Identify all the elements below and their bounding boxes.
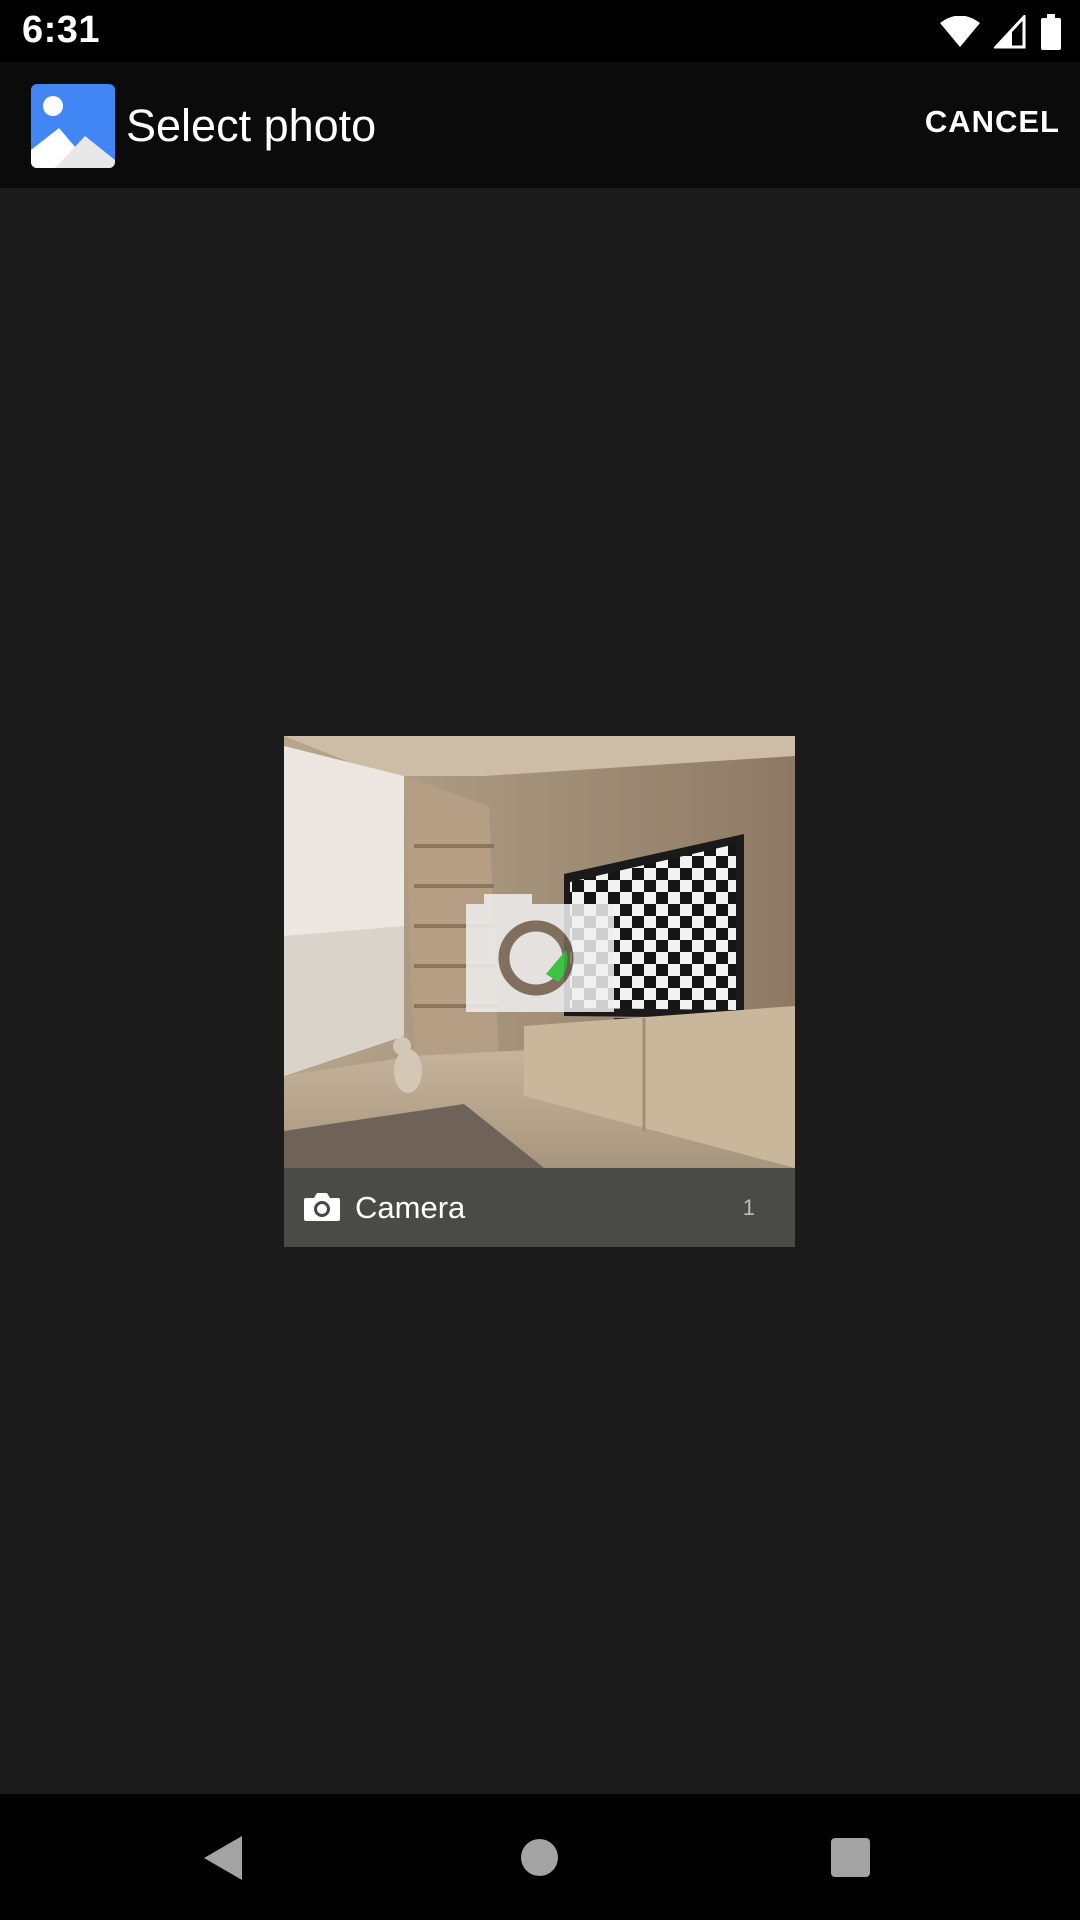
page-title: Select photo (126, 100, 377, 151)
camera-icon (304, 1193, 340, 1221)
wifi-icon (940, 16, 980, 47)
app-bar: Select photo CANCEL (0, 62, 1080, 188)
status-icons (940, 12, 1062, 52)
album-thumbnail (284, 736, 795, 1168)
album-name: Camera (355, 1190, 466, 1225)
back-icon[interactable] (204, 1836, 244, 1880)
status-bar: 6:31 (0, 0, 1080, 62)
cancel-button[interactable]: CANCEL (925, 104, 1060, 140)
album-tile-camera[interactable]: Camera 1 (284, 736, 795, 1247)
status-time: 6:31 (22, 9, 101, 51)
album-footer: Camera 1 (284, 1168, 795, 1247)
home-icon[interactable] (521, 1839, 558, 1876)
recents-icon[interactable] (831, 1838, 870, 1877)
cell-signal-icon (994, 15, 1026, 49)
photos-app-icon (31, 84, 115, 168)
navigation-bar (0, 1794, 1080, 1920)
battery-icon (1041, 14, 1061, 50)
album-count: 1 (742, 1195, 755, 1220)
